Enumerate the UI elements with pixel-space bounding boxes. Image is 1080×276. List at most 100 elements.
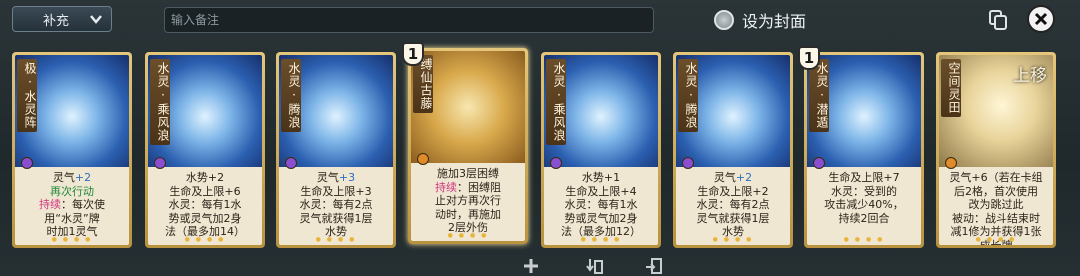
card-face: 上移 空间灵田 灵气+6（若在卡组 后2格，首次使用 改为跳过此 被动：战斗结束时 减1修为…	[939, 55, 1053, 245]
description-text: 用“水灵”牌	[44, 211, 100, 225]
description-text: 势或灵气加2身	[168, 211, 242, 225]
description-text: 水灵：每有2点	[299, 198, 373, 211]
card[interactable]: 上移 空间灵田 灵气+6（若在卡组 后2格，首次使用 改为跳过此 被动：战斗结束时 减1修为…	[936, 52, 1056, 248]
card-cost-badge: 1	[798, 46, 820, 70]
set-cover-label: 设为封面	[742, 12, 807, 31]
description-text: 持续	[39, 198, 61, 211]
element-dot-icon	[285, 157, 297, 169]
export-icon[interactable]	[645, 257, 663, 275]
card-description-line: 灵气+2	[679, 171, 787, 185]
rarity-dots-icon: ● ● ● ●	[447, 232, 489, 239]
card-face: 水灵·乘风浪 水势+1 生命及上限+4 水灵：每有1水 势或灵气加2身 法（最多加12） ●…	[544, 55, 658, 245]
card-description-line: 生命及上限+7	[810, 171, 918, 185]
card-cost-badge: 1	[402, 42, 424, 66]
card-description-line: 被动：战斗结束时	[942, 212, 1050, 226]
description-text: 生命及上限+6	[169, 184, 241, 198]
element-dot-icon	[417, 153, 429, 165]
card-description-line: 施加3层困缚	[414, 167, 522, 181]
description-text: 灵气就获得1层	[696, 211, 770, 225]
card[interactable]: 水灵·腾浪 灵气+3 生命及上限+3 水灵：每有2点 灵气就获得1层 水势 ● ● ● ●	[276, 52, 396, 248]
card-description-line: 生命及上限+6	[151, 185, 259, 199]
description-text: 水灵：每有2点	[696, 198, 770, 211]
card-description-line: 水灵：每有2点	[282, 198, 390, 212]
close-button[interactable]	[1027, 5, 1055, 33]
card-description: 生命及上限+7 水灵：受到的 攻击减少40%， 持续2回合	[807, 169, 921, 245]
rarity-dots-icon: ● ● ● ●	[184, 236, 226, 243]
radio-icon[interactable]	[714, 10, 734, 30]
description-text: 再次行动	[50, 184, 94, 198]
description-text: 后2格，首次使用	[954, 184, 1038, 198]
description-text: 生命及上限+3	[300, 184, 372, 198]
description-text: 施加3层困缚	[437, 167, 499, 180]
description-text: 势或灵气加2身	[564, 211, 638, 225]
description-value: +2	[735, 171, 753, 184]
card[interactable]: 水灵·乘风浪水势+2 生命及上限+6 水灵：每有1水 势或灵气加2身 法（最多加14） ●…	[145, 52, 265, 248]
description-text: 水灵：每有1水	[564, 198, 638, 211]
close-icon	[1034, 12, 1048, 26]
description-text: 生命及上限+7	[828, 171, 900, 184]
description-value: ：困缚阻	[457, 180, 501, 194]
description-text: 持续2回合	[838, 211, 890, 225]
chevron-down-icon	[90, 15, 102, 24]
description-text: 灵气+6（若在卡组	[949, 171, 1043, 184]
description-text: 动时，再施加	[435, 207, 501, 221]
move-up-label[interactable]: 上移	[1013, 61, 1047, 86]
card-description-line: 后2格，首次使用	[942, 185, 1050, 199]
add-icon[interactable]	[522, 257, 540, 275]
description-text: 改为跳过此	[968, 198, 1024, 211]
card-description-line: 水灵：每有2点	[679, 198, 787, 212]
category-label: 补充	[43, 13, 70, 29]
element-dot-icon	[945, 157, 957, 169]
card-row: 极·水灵阵 灵气+2 再次行动 持续：每次使 用“水灵”牌 时加1灵气 ● ● ● ● 水灵·…	[0, 42, 1080, 256]
card-description-line: 生命及上限+4	[547, 185, 655, 199]
element-dot-icon	[682, 157, 694, 169]
card-description: 水势+2 生命及上限+6 水灵：每有1水 势或灵气加2身 法（最多加14）	[148, 169, 262, 245]
copy-icon	[989, 10, 1007, 30]
description-text: 止对方再次行	[435, 194, 501, 207]
rarity-dots-icon: ● ● ● ●	[580, 236, 622, 243]
card[interactable]: 1 缚仙古藤 施加3层困缚 持续：困缚阻 止对方再次行 动时，再施加 2层外伤 ● ● ● ●	[402, 42, 528, 244]
import-icon[interactable]	[585, 257, 603, 275]
rarity-dots-icon: ● ● ● ●	[975, 236, 1017, 243]
card-description-line: 水势+1	[547, 171, 655, 185]
card-description-line: 水势+2	[151, 171, 259, 185]
card[interactable]: 极·水灵阵 灵气+2 再次行动 持续：每次使 用“水灵”牌 时加1灵气 ● ● ● ●	[12, 52, 132, 248]
element-dot-icon	[550, 157, 562, 169]
card-description-line: 生命及上限+2	[679, 185, 787, 199]
card-description-line: 水灵：受到的	[810, 185, 918, 199]
description-text: 水灵：每有1水	[168, 198, 242, 211]
card-description-line: 水灵：每有1水	[547, 198, 655, 212]
card-face: 缚仙古藤 施加3层困缚 持续：困缚阻 止对方再次行 动时，再施加 2层外伤 ● ● ● ●	[411, 51, 525, 241]
description-text: 持续	[435, 180, 457, 194]
card-description-line: 势或灵气加2身	[547, 212, 655, 226]
description-text: 生命及上限+2	[697, 184, 769, 198]
card[interactable]: 水灵·腾浪 灵气+2 生命及上限+2 水灵：每有2点 灵气就获得1层 水势 ● ● ● ●	[673, 52, 793, 248]
card-description-line: 水灵：每有1水	[151, 198, 259, 212]
card-face: 水灵·腾浪 灵气+2 生命及上限+2 水灵：每有2点 灵气就获得1层 水势 ● ● ● ●	[676, 55, 790, 245]
card-description-line: 用“水灵”牌	[18, 212, 126, 226]
card-description-line: 灵气+3	[282, 171, 390, 185]
card-description: 水势+1 生命及上限+4 水灵：每有1水 势或灵气加2身 法（最多加12）	[544, 169, 658, 245]
set-cover-toggle[interactable]: 设为封面	[714, 8, 806, 32]
description-text: 灵气就获得1层	[299, 211, 373, 225]
card-description-line: 动时，再施加	[414, 208, 522, 222]
card-description-line: 持续：每次使	[18, 198, 126, 212]
element-dot-icon	[813, 157, 825, 169]
description-value: +2	[74, 171, 92, 184]
card-description: 施加3层困缚 持续：困缚阻 止对方再次行 动时，再施加 2层外伤	[411, 165, 525, 241]
note-input[interactable]	[164, 7, 654, 33]
copy-button[interactable]	[985, 7, 1011, 33]
card[interactable]: 水灵·乘风浪 水势+1 生命及上限+4 水灵：每有1水 势或灵气加2身 法（最多加12） ●…	[541, 52, 661, 248]
card-description-line: 攻击减少40%，	[810, 198, 918, 212]
card-name: 水灵·乘风浪	[150, 59, 170, 145]
description-value: +3	[338, 171, 356, 184]
card-description: 灵气+2 生命及上限+2 水灵：每有2点 灵气就获得1层 水势	[676, 169, 790, 245]
category-dropdown[interactable]: 补充	[12, 6, 112, 32]
element-dot-icon	[21, 157, 33, 169]
rarity-dots-icon: ● ● ● ●	[51, 236, 93, 243]
description-text: 灵气	[713, 171, 736, 184]
rarity-dots-icon: ● ● ● ●	[712, 236, 754, 243]
rarity-dots-icon: ● ● ● ●	[843, 236, 885, 243]
card[interactable]: 1 水灵·潜遁 生命及上限+7 水灵：受到的 攻击减少40%， 持续2回合 ● ● ● ●	[798, 46, 924, 248]
description-text: 水灵：受到的	[831, 184, 897, 198]
